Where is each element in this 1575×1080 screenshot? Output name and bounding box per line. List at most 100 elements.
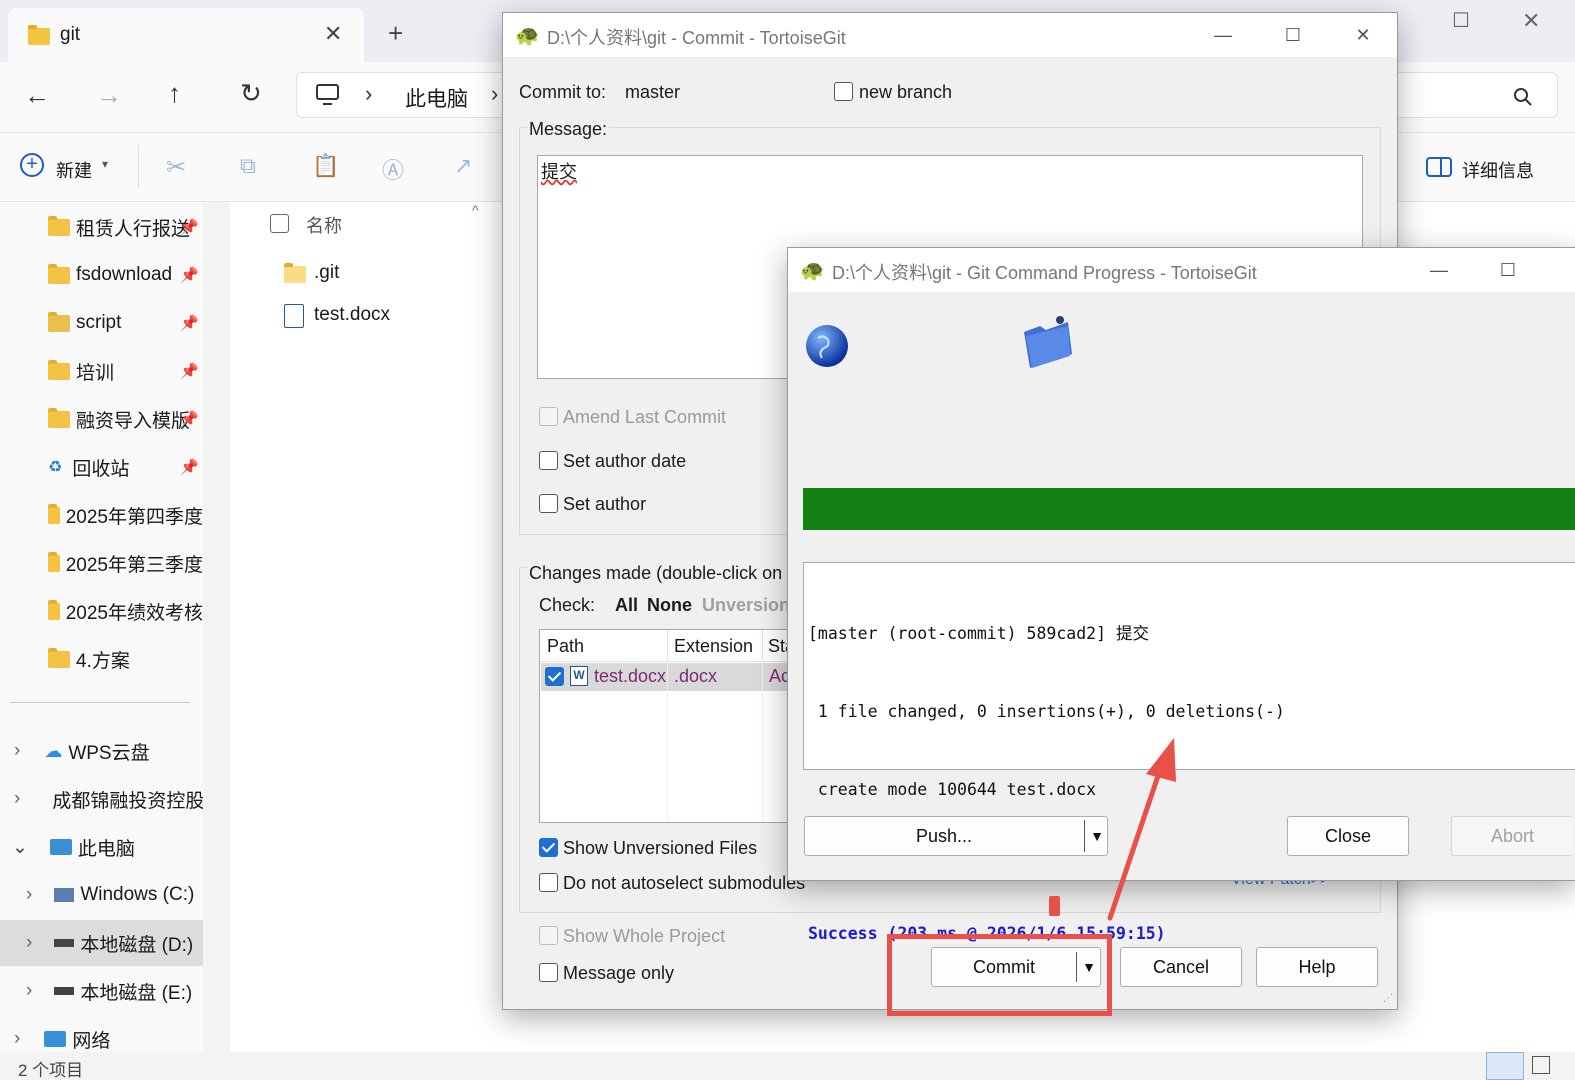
- pin-icon: 📌: [180, 411, 199, 428]
- changes-label: Changes made (double-click on f: [527, 563, 795, 584]
- abort-button[interactable]: Abort: [1451, 816, 1573, 856]
- check-label: Check:: [539, 595, 596, 615]
- check-unversioned-link[interactable]: Unversion: [702, 595, 790, 616]
- nav-item-network[interactable]: › 网络: [0, 1016, 203, 1052]
- pin-icon: 📌: [180, 459, 199, 476]
- chevron-right-icon: ›: [26, 884, 33, 905]
- nav-item-company-cloud[interactable]: › 成都锦融投资控股: [0, 776, 203, 822]
- status-bar: 2 个项目: [0, 1052, 1575, 1080]
- nav-item-recycle-bin[interactable]: ♻ 回收站 📌: [0, 444, 203, 490]
- tab-label: git: [60, 24, 81, 45]
- nav-item-this-pc[interactable]: ⌄ 此电脑: [0, 824, 203, 870]
- column-header-name[interactable]: 名称: [306, 212, 342, 238]
- file-checkbox[interactable]: [545, 667, 564, 686]
- divider: [667, 630, 668, 662]
- cut-icon[interactable]: ✂: [166, 153, 186, 182]
- show-whole-project-label: Show Whole Project: [563, 926, 726, 946]
- drive-icon: [54, 987, 75, 995]
- rename-icon[interactable]: Ⓐ: [382, 153, 404, 185]
- branch-name: master: [625, 82, 681, 102]
- pin-icon: 📌: [180, 315, 199, 332]
- tiles-view-button[interactable]: [1532, 1056, 1550, 1074]
- nav-item-folder[interactable]: 2025年第四季度: [0, 492, 203, 538]
- new-branch-checkbox[interactable]: [834, 82, 853, 101]
- breadcrumb-this-pc[interactable]: 此电脑: [405, 83, 468, 113]
- details-view-button[interactable]: [1486, 1052, 1524, 1080]
- maximize-icon[interactable]: ☐: [1452, 8, 1470, 33]
- nav-item-pinned-folder[interactable]: 租赁人行报送 📌: [0, 204, 203, 250]
- new-button[interactable]: 新建: [56, 157, 92, 183]
- maximize-icon[interactable]: ☐: [1273, 21, 1313, 49]
- nav-item-pinned-folder[interactable]: script 📌: [0, 300, 203, 346]
- divider: [10, 702, 190, 703]
- no-autoselect-submodules-checkbox[interactable]: [539, 873, 558, 892]
- word-document-icon: [284, 304, 304, 328]
- computer-icon: [49, 839, 72, 855]
- nav-item-drive-d[interactable]: › 本地磁盘 (D:): [0, 920, 203, 966]
- nav-item-drive-c[interactable]: › Windows (C:): [0, 872, 203, 918]
- back-arrow-icon[interactable]: ←: [24, 80, 50, 111]
- breadcrumb-chevron-icon: ›: [365, 81, 373, 106]
- nav-item-pinned-folder[interactable]: 融资导入模版 📌: [0, 396, 203, 442]
- amend-last-commit-checkbox[interactable]: [539, 407, 558, 426]
- table-row[interactable]: W test.docx .docx Ac: [541, 663, 808, 691]
- nav-item-drive-e[interactable]: › 本地磁盘 (E:): [0, 968, 203, 1014]
- push-button[interactable]: Push... ▼: [804, 816, 1108, 856]
- log-line: 1 file changed, 0 insertions(+), 0 delet…: [808, 702, 1285, 721]
- show-unversioned-label: Show Unversioned Files: [563, 838, 758, 858]
- column-header-path[interactable]: Path: [547, 636, 584, 657]
- maximize-icon[interactable]: ☐: [1488, 256, 1528, 284]
- set-author-checkbox[interactable]: [539, 494, 558, 513]
- check-none-link[interactable]: None: [647, 595, 692, 616]
- chevron-down-icon: ▾: [102, 157, 109, 171]
- resize-grip-icon[interactable]: ⋰: [1383, 993, 1393, 1004]
- new-icon: +: [20, 153, 44, 177]
- close-tab-icon[interactable]: ✕: [324, 21, 342, 47]
- network-icon: [44, 1031, 67, 1047]
- pin-icon: 📌: [180, 219, 199, 236]
- nav-item-folder[interactable]: 2025年第三季度: [0, 540, 203, 586]
- forward-arrow-icon[interactable]: →: [96, 80, 122, 111]
- copy-icon[interactable]: ⧉: [240, 153, 256, 179]
- annotation-arrow: [1107, 738, 1176, 921]
- show-unversioned-checkbox[interactable]: [539, 838, 558, 857]
- search-icon[interactable]: [1513, 87, 1533, 107]
- folder-icon: [28, 25, 50, 45]
- paste-icon[interactable]: 📋: [312, 153, 339, 179]
- file-row-git[interactable]: .git: [284, 260, 484, 290]
- details-button[interactable]: 详细信息: [1462, 157, 1534, 183]
- share-icon[interactable]: ↗: [454, 153, 472, 179]
- column-header-extension[interactable]: Extension: [674, 636, 753, 657]
- highlight-marker: [1049, 896, 1060, 916]
- close-button[interactable]: Close: [1287, 816, 1409, 856]
- show-whole-project-checkbox[interactable]: [539, 926, 558, 945]
- new-tab-icon[interactable]: +: [388, 18, 403, 49]
- select-all-checkbox[interactable]: [270, 214, 289, 233]
- push-button-label: Push...: [915, 826, 973, 846]
- check-all-link[interactable]: All: [615, 595, 638, 616]
- nav-item-pinned-folder[interactable]: 培训 📌: [0, 348, 203, 394]
- set-author-date-label: Set author date: [563, 451, 687, 471]
- tab-git[interactable]: git ✕: [8, 8, 364, 62]
- computer-icon: [316, 84, 339, 105]
- file-row-test-docx[interactable]: test.docx: [284, 302, 484, 332]
- drive-icon: [54, 939, 75, 947]
- close-icon[interactable]: ✕: [1343, 21, 1383, 49]
- pin-icon: 📌: [180, 267, 199, 284]
- nav-item-pinned-folder[interactable]: fsdownload 📌: [0, 252, 203, 298]
- nav-item-folder[interactable]: 2025年绩效考核: [0, 588, 203, 634]
- close-window-icon[interactable]: ✕: [1522, 8, 1540, 34]
- set-author-date-checkbox[interactable]: [539, 451, 558, 470]
- nav-item-folder[interactable]: 4.方案: [0, 636, 203, 682]
- message-only-label: Message only: [563, 963, 675, 983]
- nav-item-wps-cloud[interactable]: › ☁ WPS云盘: [0, 728, 203, 774]
- message-only-checkbox[interactable]: [539, 963, 558, 982]
- up-arrow-icon[interactable]: ↑: [168, 78, 181, 109]
- pin-icon: 📌: [180, 363, 199, 380]
- file-path: test.docx: [594, 666, 667, 686]
- minimize-icon[interactable]: —: [1203, 21, 1243, 49]
- item-count: 2 个项目: [18, 1061, 84, 1080]
- refresh-icon[interactable]: ↻: [240, 78, 262, 109]
- minimize-icon[interactable]: —: [1419, 256, 1459, 284]
- highlight-box: [887, 934, 1112, 1016]
